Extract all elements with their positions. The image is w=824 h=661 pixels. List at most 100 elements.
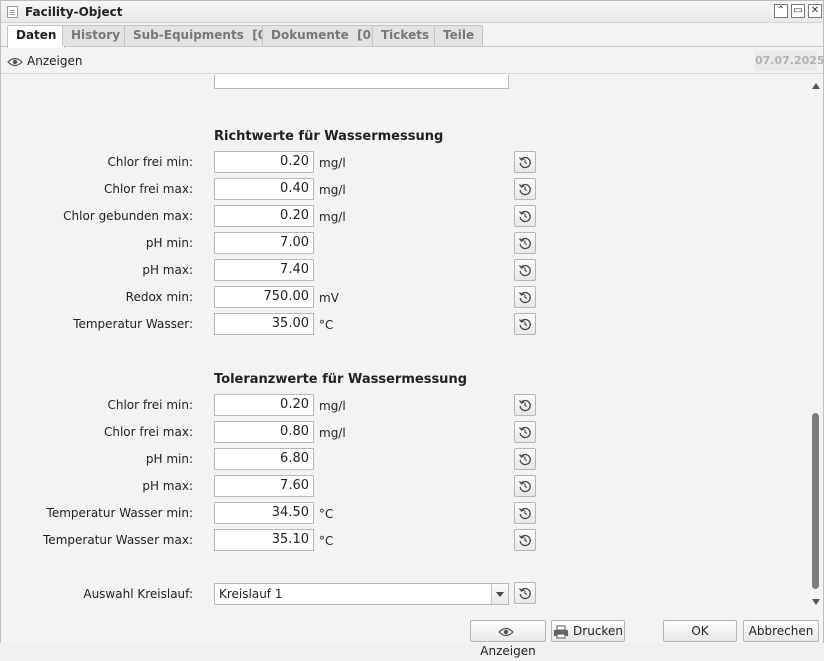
richtwert-value-input[interactable]: 0.40 (214, 178, 314, 200)
toleranz-reset-button[interactable] (514, 448, 536, 470)
reset-icon (519, 507, 531, 520)
toleranz-reset-button[interactable] (514, 421, 536, 443)
tab-dokumente[interactable]: Dokumente [0] (262, 25, 386, 46)
facility-object-window: Facility-Object ⌃ ▭ ✕ Daten History Sub-… (0, 0, 824, 658)
eye-icon (7, 57, 23, 66)
scroll-thumb[interactable] (812, 413, 819, 589)
tab-daten[interactable]: Daten (7, 25, 66, 48)
richtwert-reset-button[interactable] (514, 259, 536, 281)
richtwert-reset-button[interactable] (514, 151, 536, 173)
richtwert-row-label: Temperatur Wasser: (73, 317, 193, 331)
toleranz-row-label: Chlor frei max: (103, 425, 193, 439)
richtwert-row-label: Chlor frei min: (107, 155, 193, 169)
toleranz-reset-button[interactable] (514, 502, 536, 524)
toleranz-unit: °C (319, 507, 334, 521)
footer-view-label: Anzeigen (480, 644, 536, 658)
chevron-down-icon[interactable] (491, 584, 508, 604)
toleranz-value-input[interactable]: 0.20 (214, 394, 314, 416)
toleranz-row-label: Temperatur Wasser min: (46, 506, 193, 520)
kreislauf-select[interactable]: Kreislauf 1 (214, 583, 509, 605)
form-content: Richtwerte für Wassermessung Chlor frei … (1, 75, 809, 614)
reset-icon (519, 318, 531, 331)
reset-icon (519, 453, 531, 466)
window-title: Facility-Object (25, 5, 123, 19)
toleranz-value-input[interactable]: 6.80 (214, 448, 314, 470)
toleranz-value-input[interactable]: 7.60 (214, 475, 314, 497)
toolbar: Anzeigen 07.07.2025 (1, 48, 824, 74)
richtwert-value-input[interactable]: 7.00 (214, 232, 314, 254)
reset-icon (519, 587, 531, 600)
toleranz-reset-button[interactable] (514, 394, 536, 416)
ok-button[interactable]: OK (663, 620, 737, 642)
toleranz-value-input[interactable]: 35.10 (214, 529, 314, 551)
title-bar: Facility-Object ⌃ ▭ ✕ (1, 1, 823, 23)
richtwert-value-input[interactable]: 35.00 (214, 313, 314, 335)
maximize-button[interactable]: ▭ (791, 4, 805, 18)
richtwert-value-input[interactable]: 750.00 (214, 286, 314, 308)
richtwert-reset-button[interactable] (514, 313, 536, 335)
richtwert-row-label: Chlor frei max: (103, 182, 193, 196)
print-button[interactable]: Drucken (551, 620, 625, 642)
richtwert-reset-button[interactable] (514, 205, 536, 227)
top-text-field[interactable] (214, 75, 509, 89)
date-display: 07.07.2025 (755, 51, 824, 71)
tab-history[interactable]: History (62, 25, 130, 46)
printer-icon (554, 625, 569, 638)
toleranz-reset-button[interactable] (514, 529, 536, 551)
close-button[interactable]: ✕ (808, 4, 822, 18)
reset-icon (519, 264, 531, 277)
print-button-label: Drucken (573, 624, 623, 638)
toleranz-unit: mg/l (319, 426, 346, 440)
tab-teile[interactable]: Teile (434, 25, 484, 46)
reset-icon (519, 480, 531, 493)
restore-button[interactable]: ⌃ (774, 4, 788, 18)
richtwert-reset-button[interactable] (514, 232, 536, 254)
tab-bar: Daten History Sub-Equipments [0] Dokumen… (1, 23, 823, 48)
reset-icon (519, 183, 531, 196)
toleranz-row-label: Chlor frei min: (107, 398, 193, 412)
tab-sub-equipments[interactable]: Sub-Equipments [0] (124, 25, 281, 46)
view-button-label: Anzeigen (27, 54, 83, 68)
tab-tickets[interactable]: Tickets (372, 25, 439, 46)
toleranz-value-input[interactable]: 0.80 (214, 421, 314, 443)
reset-icon (519, 399, 531, 412)
richtwert-unit: mg/l (319, 210, 346, 224)
footer-view-button[interactable]: Anzeigen (470, 620, 546, 658)
reset-icon (519, 210, 531, 223)
toleranz-row-label: pH max: (142, 479, 193, 493)
reset-icon (519, 291, 531, 304)
vertical-scrollbar[interactable] (809, 75, 823, 614)
richtwert-unit: mV (319, 291, 339, 305)
kreislauf-selected-value: Kreislauf 1 (219, 587, 283, 601)
toleranz-unit: °C (319, 534, 334, 548)
cancel-button[interactable]: Abbrechen (743, 620, 819, 642)
footer-bar: Anzeigen Drucken OK Abbrechen (1, 614, 823, 658)
richtwert-reset-button[interactable] (514, 286, 536, 308)
toleranz-unit: mg/l (319, 399, 346, 413)
scroll-up-icon[interactable] (812, 83, 820, 89)
richtwert-row-label: pH min: (145, 236, 193, 250)
richtwert-row-label: pH max: (142, 263, 193, 277)
reset-icon (519, 426, 531, 439)
toleranz-row-label: pH min: (145, 452, 193, 466)
reset-icon (519, 534, 531, 547)
richtwerte-title: Richtwerte für Wassermessung (214, 129, 444, 144)
richtwert-reset-button[interactable] (514, 178, 536, 200)
richtwert-row-label: Redox min: (125, 290, 193, 304)
view-button[interactable]: Anzeigen (7, 52, 82, 70)
richtwert-value-input[interactable]: 0.20 (214, 151, 314, 173)
richtwert-unit: mg/l (319, 156, 346, 170)
reset-icon (519, 156, 531, 169)
toleranzwerte-title: Toleranzwerte für Wassermessung (214, 372, 467, 387)
toleranz-reset-button[interactable] (514, 475, 536, 497)
kreislauf-label: Auswahl Kreislauf: (83, 587, 193, 601)
richtwert-value-input[interactable]: 7.40 (214, 259, 314, 281)
eye-icon (498, 627, 514, 636)
toleranz-row-label: Temperatur Wasser max: (43, 533, 193, 547)
toleranz-value-input[interactable]: 34.50 (214, 502, 314, 524)
richtwert-unit: mg/l (319, 183, 346, 197)
kreislauf-reset-button[interactable] (514, 582, 536, 604)
richtwert-value-input[interactable]: 0.20 (214, 205, 314, 227)
richtwert-row-label: Chlor gebunden max: (63, 209, 193, 223)
scroll-down-icon[interactable] (812, 599, 820, 605)
